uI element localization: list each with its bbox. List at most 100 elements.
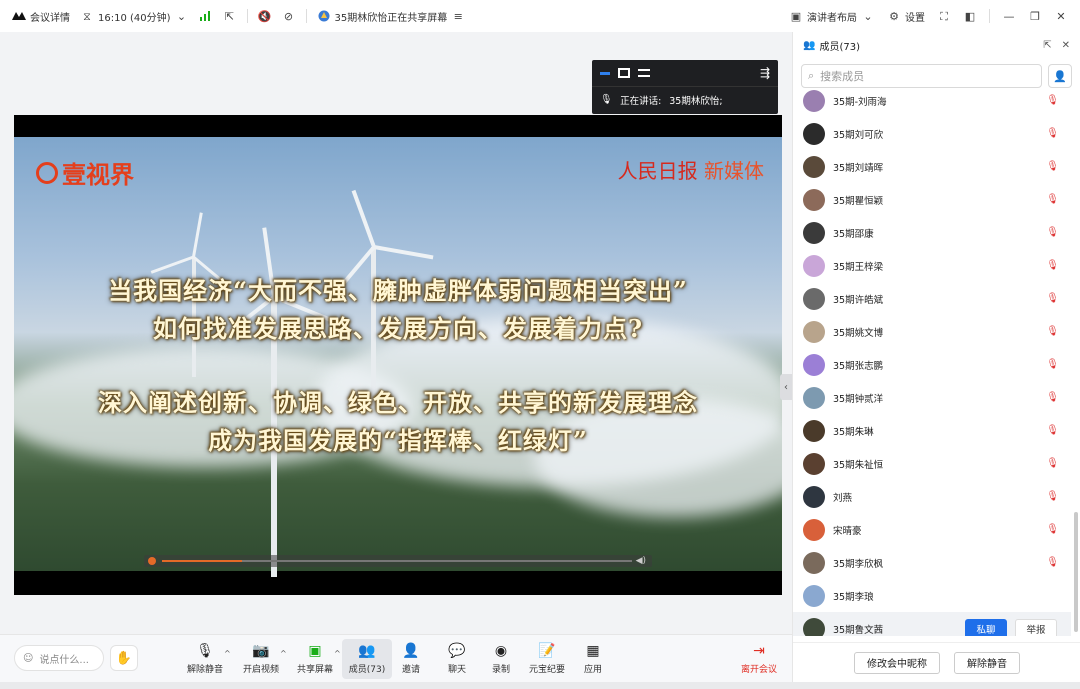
member-row[interactable]: 35期刘靖晖 🎙 [793, 150, 1071, 183]
unmute-button[interactable]: 🎙 解除静音 [180, 639, 230, 679]
member-row[interactable]: 35期鲁文茜 私聊 举报 [793, 612, 1071, 636]
avatar [803, 287, 825, 310]
video-progress-bar[interactable]: ◀) [144, 555, 652, 567]
member-row[interactable]: 35期钟贰洋 🎙 [793, 381, 1071, 414]
member-row[interactable]: 35期许皓斌 🎙 [793, 282, 1071, 315]
mic-muted-icon[interactable]: 🎙 [1046, 458, 1059, 469]
leave-meeting-button[interactable]: ⇥ 离开会议 [734, 639, 784, 679]
member-row[interactable]: 35期朱祉恒 🎙 [793, 447, 1071, 480]
close-panel-icon[interactable]: ✕ [1062, 40, 1070, 51]
member-row[interactable]: 35期邵康 🎙 [793, 216, 1071, 249]
say-something-input[interactable]: ☺ 说点什么... [14, 645, 104, 671]
pop-out-icon[interactable]: ⇱ [223, 9, 237, 23]
mic-muted-icon[interactable]: 🎙 [1046, 95, 1059, 106]
list-icon[interactable] [638, 69, 650, 77]
unmute-all-button[interactable]: 解除静音 [954, 651, 1020, 674]
invite-icon: 👤 [402, 643, 420, 659]
restore-icon[interactable]: ❐ [1028, 9, 1042, 23]
smiley-icon: ☺ [23, 652, 34, 664]
member-row[interactable]: 35期王梓梁 🎙 [793, 249, 1071, 282]
mic-muted-icon[interactable]: 🎙 [1046, 161, 1059, 172]
leave-label: 离开会议 [740, 665, 777, 675]
mic-muted-icon: 🎙 [196, 643, 214, 659]
yuanbao-summary-button[interactable]: 📝 元宝纪要 [522, 639, 572, 679]
record-button[interactable]: ◉ 录制 [476, 639, 526, 679]
sidebar-toggle-icon[interactable]: ◧ [963, 9, 977, 23]
mic-muted-icon[interactable]: 🎙 [1046, 260, 1059, 271]
yuanbao-icon: 📝 [538, 643, 556, 659]
volume-icon[interactable]: ◀) [636, 555, 646, 567]
mic-muted-icon[interactable]: 🎙 [1046, 194, 1059, 205]
member-row[interactable]: 刘燕 🎙 [793, 480, 1071, 513]
members-button[interactable]: 👥 成员(73) [342, 639, 392, 679]
search-icon: ⌕ [808, 69, 815, 82]
member-name: 35期-刘雨海 [833, 96, 887, 108]
add-member-button[interactable]: 👤 [1048, 64, 1072, 88]
avatar [803, 188, 825, 211]
meeting-time[interactable]: ⧖ 16:10 (40分钟) ⌄ [80, 9, 189, 24]
rename-button[interactable]: 修改会中昵称 [854, 651, 940, 674]
mic-muted-icon[interactable]: 🎙 [1046, 227, 1059, 238]
raise-hand-button[interactable]: ✋ [110, 645, 138, 671]
member-row[interactable]: 35期李琅 [793, 579, 1071, 612]
apps-button[interactable]: ▦ 应用 [568, 639, 618, 679]
avatar [803, 452, 825, 475]
hide-video-icon[interactable]: ⊘ [282, 9, 296, 23]
member-row[interactable]: 35期-刘雨海 🎙 [793, 90, 1071, 117]
meeting-details-button[interactable]: 会议详情 [12, 9, 70, 24]
expand-popup-icon[interactable]: ⇶ [760, 66, 770, 80]
mic-muted-icon[interactable]: 🎙 [1046, 128, 1059, 139]
mic-muted-icon[interactable]: 🎙 [1046, 359, 1059, 370]
window-icon[interactable] [618, 68, 630, 78]
yuanbao-label: 元宝纪要 [528, 665, 565, 675]
minimize-icon[interactable]: — [1002, 9, 1016, 23]
close-icon[interactable]: ✕ [1054, 9, 1068, 23]
member-search-input[interactable]: ⌕ 搜索成员 [801, 64, 1042, 88]
pop-out-panel-icon[interactable]: ⇱ [1043, 40, 1051, 51]
apps-grid-icon: ▦ [586, 643, 600, 659]
speaking-mic-icon: 🎙 [600, 94, 613, 105]
settings-button[interactable]: ⚙ 设置 [887, 9, 925, 24]
signal-icon[interactable] [199, 9, 213, 23]
invite-button[interactable]: 👤 邀请 [386, 639, 436, 679]
minimize-popup-icon[interactable] [600, 71, 610, 75]
shared-video[interactable]: 壹视界 人民日报 新媒体 当我国经济“大而不强、臃肿虚胖体弱问题相当突出” 如何… [14, 115, 782, 595]
chevron-up-icon[interactable]: ^ [224, 649, 231, 658]
collapse-panel-handle[interactable]: ‹ [780, 374, 792, 400]
member-row[interactable]: 宋晴豪 🎙 [793, 513, 1071, 546]
subtitle-line: 当我国经济“大而不强、臃肿虚胖体弱问题相当突出” [108, 276, 688, 305]
presenter-layout-button[interactable]: ▣ 演讲者布局 ⌄ [789, 9, 875, 24]
mic-muted-icon[interactable]: 🎙 [1046, 557, 1059, 568]
start-video-button[interactable]: 📷 开启视频 [236, 639, 286, 679]
tencent-meeting-logo-icon [12, 9, 26, 23]
chat-button[interactable]: 💬 聊天 [432, 639, 482, 679]
member-row[interactable]: 35期姚文博 🎙 [793, 315, 1071, 348]
play-indicator[interactable] [148, 557, 156, 565]
hourglass-icon: ⧖ [83, 9, 91, 23]
mute-all-icon[interactable]: 🔇 [258, 9, 272, 23]
mic-muted-icon[interactable]: 🎙 [1046, 491, 1059, 502]
member-row[interactable]: 35期朱琳 🎙 [793, 414, 1071, 447]
share-screen-button[interactable]: ▣ 共享屏幕 [290, 639, 340, 679]
mic-muted-icon[interactable]: 🎙 [1046, 326, 1059, 337]
members-label: 成员(73) [348, 665, 386, 675]
mic-muted-icon[interactable]: 🎙 [1046, 425, 1059, 436]
mic-muted-icon[interactable]: 🎙 [1046, 293, 1059, 304]
window-bottom-edge [0, 682, 1080, 689]
member-list-scrollbar[interactable] [1074, 512, 1078, 632]
chevron-up-icon[interactable]: ^ [334, 649, 341, 658]
member-row[interactable]: 35期瞿恒颖 🎙 [793, 183, 1071, 216]
add-user-icon: 👤 [1053, 69, 1067, 83]
chevron-up-icon[interactable]: ^ [280, 649, 287, 658]
member-name: 35期许皓斌 [833, 294, 884, 306]
member-row[interactable]: 35期张志鹏 🎙 [793, 348, 1071, 381]
member-row[interactable]: 35期李欣枫 🎙 [793, 546, 1071, 579]
fullscreen-icon[interactable]: ⛶ [937, 9, 951, 23]
report-button[interactable]: 举报 [1015, 618, 1057, 636]
private-chat-button[interactable]: 私聊 [965, 618, 1007, 636]
member-row[interactable]: 35期刘可欣 🎙 [793, 117, 1071, 150]
members-panel-footer: 修改会中昵称 解除静音 [793, 642, 1080, 682]
sharing-status[interactable]: 35期林欣怡正在共享屏幕 ≡ [317, 9, 466, 24]
mic-muted-icon[interactable]: 🎙 [1046, 392, 1059, 403]
mic-muted-icon[interactable]: 🎙 [1046, 524, 1059, 535]
